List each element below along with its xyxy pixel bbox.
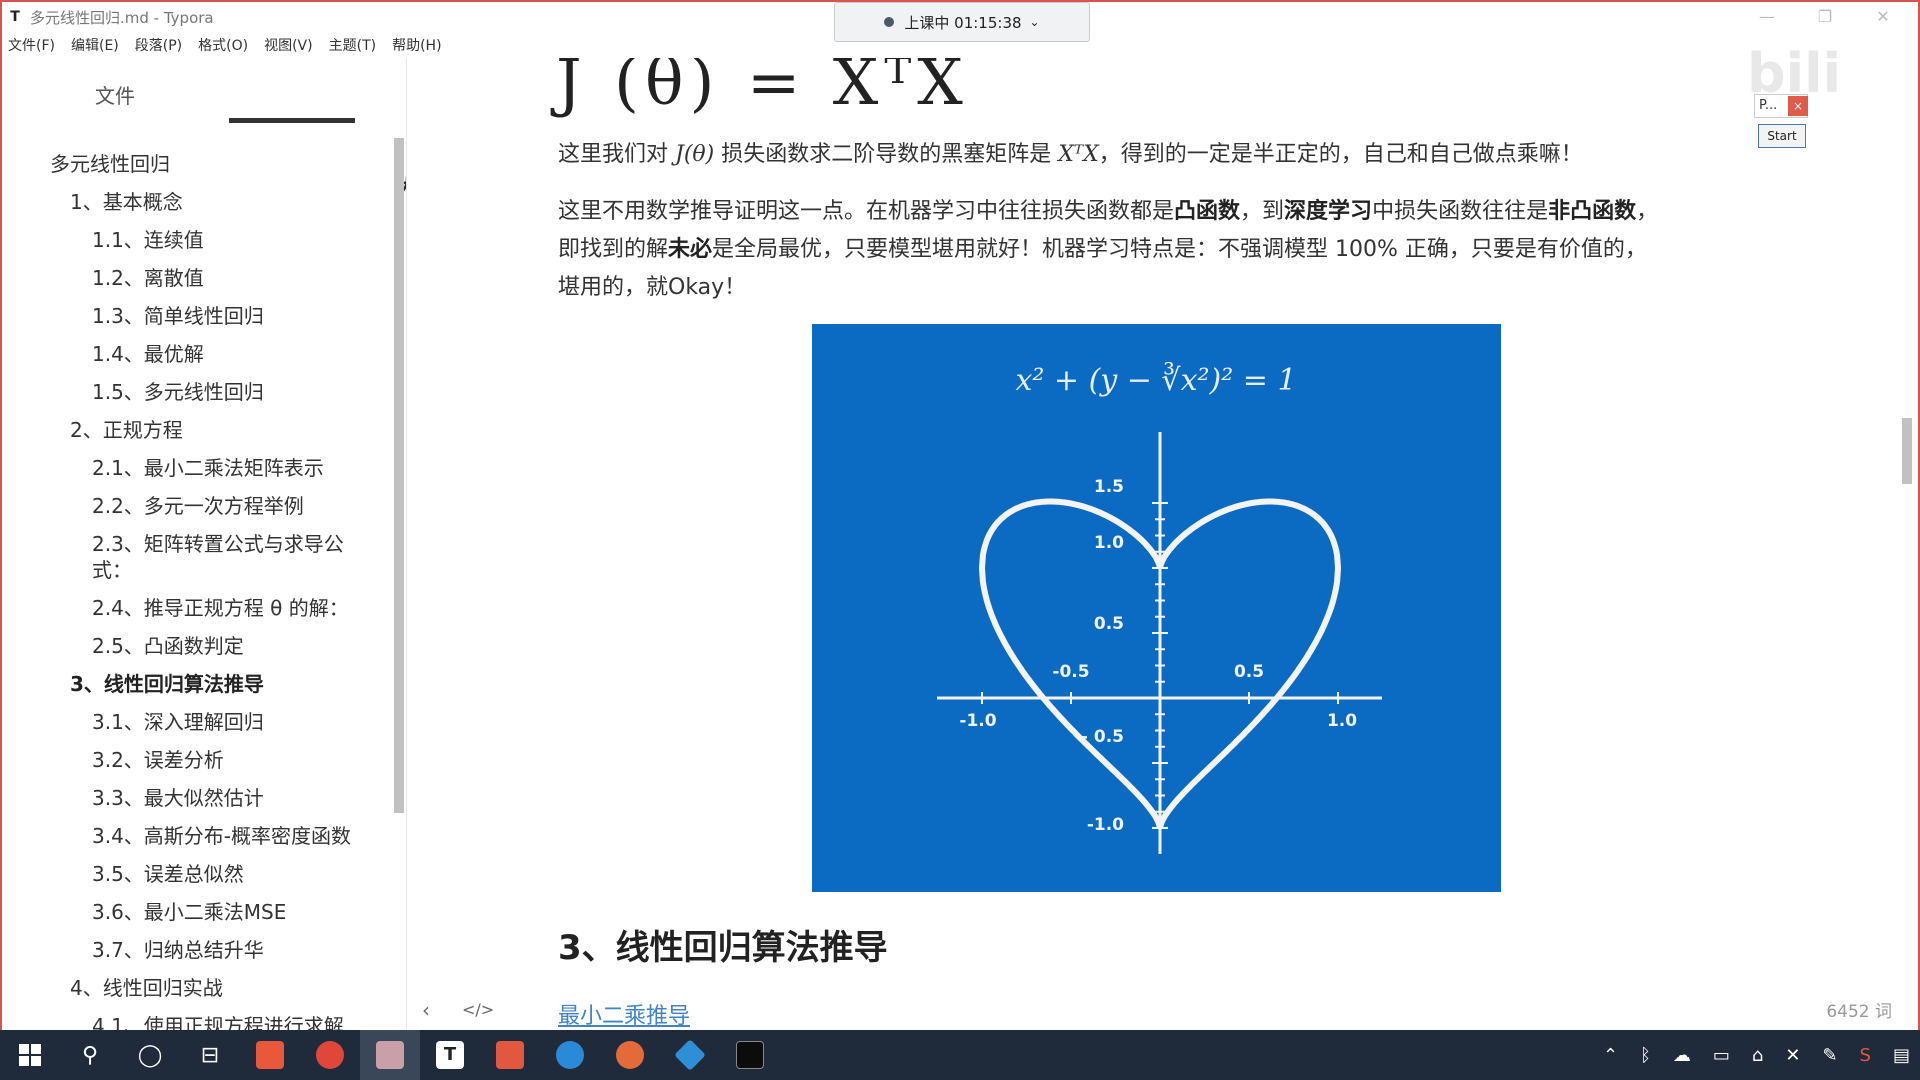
word-count[interactable]: 6452 词 (1826, 997, 1892, 1022)
paragraph-hessian: 这里我们对 J(θ) 损失函数求二阶导数的黑塞矩阵是 XᵀX，得到的一定是半正定… (558, 142, 1583, 167)
chrome-icon[interactable] (300, 1030, 360, 1080)
least-squares-link[interactable]: 最小二乘推导 (558, 998, 690, 1030)
outline-item[interactable]: 1.2、离散值 (92, 262, 204, 291)
maximize-button[interactable]: ❐ (1796, 2, 1854, 32)
minimize-button[interactable]: — (1738, 2, 1796, 32)
outline-item[interactable]: 3.2、误差分析 (92, 744, 224, 773)
outline-item[interactable]: 3.1、深入理解回归 (92, 706, 264, 735)
x-tick-label: 1.0 (1327, 711, 1357, 731)
editor-main: J (θ) = XᵀX 这里我们对 J(θ) 损失函数求二阶导数的黑塞矩阵是 X… (408, 58, 1912, 1032)
menu-theme[interactable]: 主题(T) (329, 35, 376, 55)
menu-bar: 文件(F) 编辑(E) 段落(P) 格式(O) 视图(V) 主题(T) 帮助(H… (2, 32, 458, 58)
chevron-up-icon[interactable]: ⌃ (1603, 1045, 1618, 1066)
outline-item[interactable]: 1.3、简单线性回归 (92, 300, 264, 329)
edge-icon[interactable] (540, 1030, 600, 1080)
file-manager-icon[interactable] (240, 1030, 300, 1080)
outline-item[interactable]: 3.5、误差总似然 (92, 858, 244, 887)
outline-item[interactable]: 4、线性回归实战 (70, 972, 223, 1001)
menu-file[interactable]: 文件(F) (8, 35, 55, 55)
x-tick-label: -1.0 (959, 711, 996, 731)
typora-app-icon: T (10, 9, 20, 25)
outline-item[interactable]: 2、正规方程 (70, 414, 183, 443)
network-icon[interactable]: ⌂ (1752, 1045, 1763, 1066)
typora-icon[interactable]: T (420, 1030, 480, 1080)
menu-paragraph[interactable]: 段落(P) (135, 35, 182, 55)
notification-icon[interactable]: ▤ (1893, 1045, 1910, 1066)
source-code-toggle-icon[interactable]: </> (462, 1000, 494, 1019)
editor-scrollbar[interactable] (1902, 418, 1912, 484)
outline-item[interactable]: 3.3、最大似然估计 (92, 782, 264, 811)
system-tray: ⌃ ᛒ ☁ ▭ ⌂ ✕ ✎ S ▤ (1581, 1030, 1910, 1080)
photo-app-icon[interactable] (360, 1030, 420, 1080)
sidebar: 文件 大纲 多元线性回归 1、基本概念 1.1、连续值 1.2、离散值 1.3、… (2, 58, 407, 1032)
paragraph-convex: 这里不用数学推导证明这一点。在机器学习中往往损失函数都是凸函数，到深度学习中损失… (558, 199, 1659, 300)
x-tick-label: -0.5 (1052, 662, 1089, 682)
y-tick-label: 0.5 (1094, 614, 1124, 634)
outline-item[interactable]: 2.2、多元一次方程举例 (92, 490, 304, 519)
typora-window: T 多元线性回归.md - Typora — ❐ ✕ 上课中 01:15:38 … (0, 0, 1920, 1080)
outline-item[interactable]: 2.4、推导正规方程 θ 的解： (92, 592, 349, 621)
outline-item[interactable]: 多元线性回归 (50, 148, 170, 177)
formula-fragment: J (θ) = XᵀX (556, 58, 969, 120)
active-tab-indicator (229, 118, 355, 123)
heart-curve-svg: x² + (y − ∛x²)² = 1 1.5 1.0 0.5 - 0.5 -1… (937, 361, 1382, 854)
cortana-icon[interactable]: ◯ (120, 1030, 180, 1080)
menu-format[interactable]: 格式(O) (198, 35, 248, 55)
cloud-icon[interactable]: ☁ (1673, 1045, 1691, 1066)
start-button[interactable]: Start (1758, 124, 1806, 148)
mini-panel: P... × Start (1754, 94, 1808, 154)
outline-item[interactable]: 1.5、多元线性回归 (92, 376, 264, 405)
tab-files[interactable]: 文件 (50, 80, 180, 109)
outline-item[interactable]: 1.1、连续值 (92, 224, 204, 253)
battery-icon[interactable]: ▭ (1713, 1045, 1730, 1066)
meeting-status-pill[interactable]: 上课中 01:15:38 ⌄ (834, 2, 1090, 42)
chevron-down-icon: ⌄ (1029, 15, 1040, 29)
menu-help[interactable]: 帮助(H) (392, 35, 441, 55)
window-controls: — ❐ ✕ (1738, 2, 1912, 32)
input-method-icon[interactable]: S (1860, 1045, 1871, 1066)
firefox-icon[interactable] (600, 1030, 660, 1080)
pen-icon[interactable]: ✎ (1822, 1045, 1837, 1066)
close-button[interactable]: ✕ (1854, 2, 1912, 32)
y-tick-label: -1.0 (1087, 815, 1124, 835)
sidebar-scrollbar[interactable] (394, 138, 404, 813)
figure-equation: x² + (y − ∛x²)² = 1 (1015, 361, 1296, 398)
search-icon[interactable]: ⚲ (60, 1030, 120, 1080)
menu-view[interactable]: 视图(V) (264, 35, 313, 55)
bluetooth-icon[interactable]: ᛒ (1640, 1045, 1651, 1066)
outline-item[interactable]: 3.6、最小二乘法MSE (92, 896, 286, 925)
terminal-icon[interactable] (720, 1030, 780, 1080)
y-tick-label: 1.0 (1094, 533, 1124, 553)
meeting-status-text: 上课中 01:15:38 (904, 13, 1022, 32)
wps-icon[interactable] (480, 1030, 540, 1080)
outline-item[interactable]: 1.4、最优解 (92, 338, 204, 367)
y-tick-label: 1.5 (1094, 477, 1124, 497)
task-view-icon[interactable]: ⊟ (180, 1030, 240, 1080)
x-tick-label: 0.5 (1234, 662, 1264, 682)
outline-item[interactable]: 2.3、矩阵转置公式与求导公 (92, 528, 344, 557)
heart-curve-image: x² + (y − ∛x²)² = 1 1.5 1.0 0.5 - 0.5 -1… (812, 324, 1501, 892)
outline-item[interactable]: 3.4、高斯分布-概率密度函数 (92, 820, 351, 849)
outline-item[interactable]: 1、基本概念 (70, 186, 183, 215)
menu-edit[interactable]: 编辑(E) (71, 35, 119, 55)
close-icon[interactable]: × (1788, 96, 1808, 116)
outline-item[interactable]: 3.7、归纳总结升华 (92, 934, 264, 963)
outline-item[interactable]: 2.5、凸函数判定 (92, 630, 244, 659)
tab-outline[interactable]: 大纲 (227, 170, 406, 199)
chevron-left-icon[interactable]: ‹ (422, 998, 430, 1022)
outline-item[interactable]: 4.1、使用正规方程进行求解 (92, 1010, 344, 1032)
y-tick-label: - 0.5 (1081, 727, 1124, 747)
taskbar: ⚲ ◯ ⊟ T ⌃ ᛒ ☁ ▭ ⌂ ✕ ✎ S ▤ (0, 1030, 1920, 1080)
section-heading: 3、线性回归算法推导 (558, 928, 888, 968)
axis-ticks (981, 502, 1339, 829)
media-player-icon[interactable] (660, 1030, 720, 1080)
recording-dot-icon (884, 17, 895, 27)
window-title: 多元线性回归.md - Typora (30, 8, 214, 27)
outline-item[interactable]: 2.1、最小二乘法矩阵表示 (92, 452, 324, 481)
volume-muted-icon[interactable]: ✕ (1785, 1045, 1800, 1066)
outline-item-active[interactable]: 3、线性回归算法推导 (70, 668, 264, 697)
windows-start-icon[interactable] (0, 1030, 60, 1080)
outline-item[interactable]: 式： (92, 554, 132, 583)
